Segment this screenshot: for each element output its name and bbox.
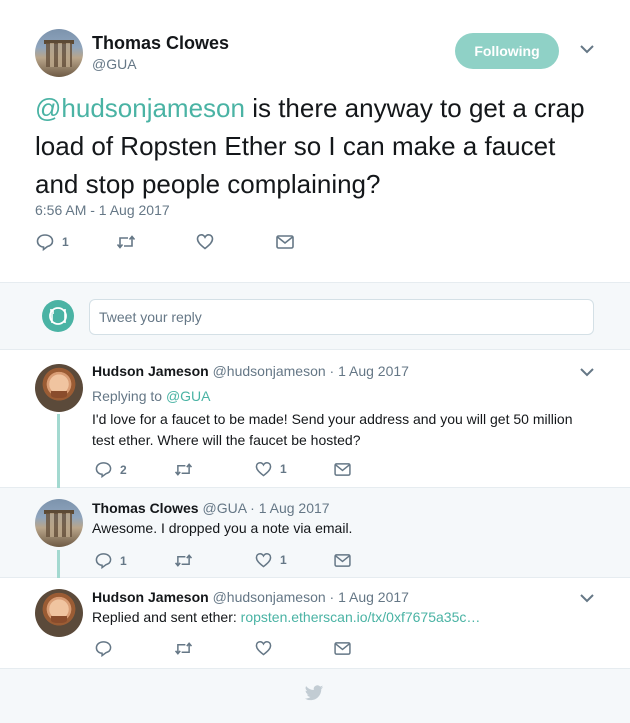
- dm-action[interactable]: [334, 554, 351, 567]
- reply-icon: [95, 461, 112, 478]
- author-handle[interactable]: @GUA: [92, 56, 137, 72]
- author-name[interactable]: Thomas Clowes: [92, 33, 229, 54]
- retweet-action[interactable]: [174, 462, 193, 477]
- reply-count: 2: [120, 462, 127, 477]
- retweet-action[interactable]: [174, 641, 193, 656]
- author-name[interactable]: Thomas Clowes: [92, 500, 199, 516]
- like-count: 1: [280, 462, 287, 476]
- reply-action[interactable]: 1: [36, 233, 69, 251]
- embed-footer: [0, 669, 630, 723]
- author-meta[interactable]: @GUA · 1 Aug 2017: [202, 500, 329, 516]
- reply-tweet[interactable]: Hudson Jameson @hudsonjameson · 1 Aug 20…: [0, 350, 630, 488]
- reply-icon: [95, 640, 112, 657]
- reply-icon: [36, 233, 54, 251]
- replying-to-link[interactable]: @GUA: [166, 388, 211, 404]
- main-tweet: Thomas Clowes @GUA Following @hudsonjame…: [0, 0, 630, 282]
- avatar[interactable]: [35, 29, 83, 77]
- reply-action[interactable]: 2: [95, 461, 127, 478]
- author-meta[interactable]: @hudsonjameson · 1 Aug 2017: [213, 589, 409, 605]
- chevron-down-icon[interactable]: [580, 593, 594, 603]
- mention-link[interactable]: @hudsonjameson: [35, 93, 245, 123]
- tweet-text: @hudsonjameson is there anyway to get a …: [35, 89, 605, 203]
- following-button[interactable]: Following: [455, 33, 559, 69]
- retweet-icon: [116, 234, 136, 250]
- reply-composer: Tweet your reply: [0, 282, 630, 350]
- reply-text: I'd love for a faucet to be made! Send y…: [92, 411, 573, 448]
- reply-count: 1: [62, 235, 69, 249]
- retweet-icon: [174, 462, 193, 477]
- avatar[interactable]: [35, 499, 83, 547]
- like-action[interactable]: 1: [255, 552, 287, 568]
- retweet-icon: [174, 553, 193, 568]
- chevron-down-icon[interactable]: [580, 44, 594, 54]
- etherscan-link[interactable]: ropsten.etherscan.io/tx/0xf7675a35c…: [241, 609, 481, 625]
- reply-text: Awesome. I dropped you a note via email.: [92, 520, 353, 536]
- replying-to: Replying to @GUA: [92, 386, 211, 407]
- reply-action[interactable]: 1: [95, 552, 127, 569]
- reply-header: Hudson Jameson @hudsonjameson · 1 Aug 20…: [92, 363, 409, 379]
- reply-header: Hudson Jameson @hudsonjameson · 1 Aug 20…: [92, 589, 409, 605]
- like-action[interactable]: [196, 233, 214, 250]
- reply-icon: [95, 552, 112, 569]
- like-action[interactable]: [255, 640, 272, 656]
- author-meta[interactable]: @hudsonjameson · 1 Aug 2017: [213, 363, 409, 379]
- avatar[interactable]: [35, 364, 83, 412]
- dm-action[interactable]: [334, 642, 351, 655]
- reply-header: Thomas Clowes @GUA · 1 Aug 2017: [92, 500, 330, 516]
- like-icon: [255, 461, 272, 477]
- reply-input[interactable]: Tweet your reply: [89, 299, 594, 335]
- avatar[interactable]: [35, 589, 83, 637]
- timestamp[interactable]: 6:56 AM - 1 Aug 2017: [35, 202, 170, 218]
- author-name[interactable]: Hudson Jameson: [92, 363, 209, 379]
- reply-action[interactable]: [95, 640, 112, 657]
- dm-icon: [334, 554, 351, 567]
- thread-line: [57, 414, 60, 494]
- reply-count: 1: [120, 553, 127, 568]
- user-avatar-icon: [42, 300, 74, 332]
- retweet-icon: [174, 641, 193, 656]
- like-icon: [255, 640, 272, 656]
- dm-icon: [276, 235, 294, 249]
- dm-icon: [334, 642, 351, 655]
- dm-action[interactable]: [276, 235, 294, 249]
- like-icon: [255, 552, 272, 568]
- retweet-action[interactable]: [116, 234, 136, 250]
- reply-body: Replied and sent ether:: [92, 609, 241, 625]
- dm-action[interactable]: [334, 463, 351, 476]
- like-icon: [196, 233, 214, 250]
- twitter-bird-icon[interactable]: [304, 685, 324, 702]
- dm-icon: [334, 463, 351, 476]
- reply-tweet[interactable]: Hudson Jameson @hudsonjameson · 1 Aug 20…: [0, 578, 630, 669]
- reply-tweet[interactable]: Thomas Clowes @GUA · 1 Aug 2017 Awesome.…: [0, 488, 630, 578]
- chevron-down-icon[interactable]: [580, 367, 594, 377]
- author-name[interactable]: Hudson Jameson: [92, 589, 209, 605]
- like-action[interactable]: 1: [255, 461, 287, 477]
- replying-prefix: Replying to: [92, 388, 166, 404]
- reply-text: Replied and sent ether: ropsten.ethersca…: [92, 607, 480, 628]
- like-count: 1: [280, 553, 287, 567]
- retweet-action[interactable]: [174, 553, 193, 568]
